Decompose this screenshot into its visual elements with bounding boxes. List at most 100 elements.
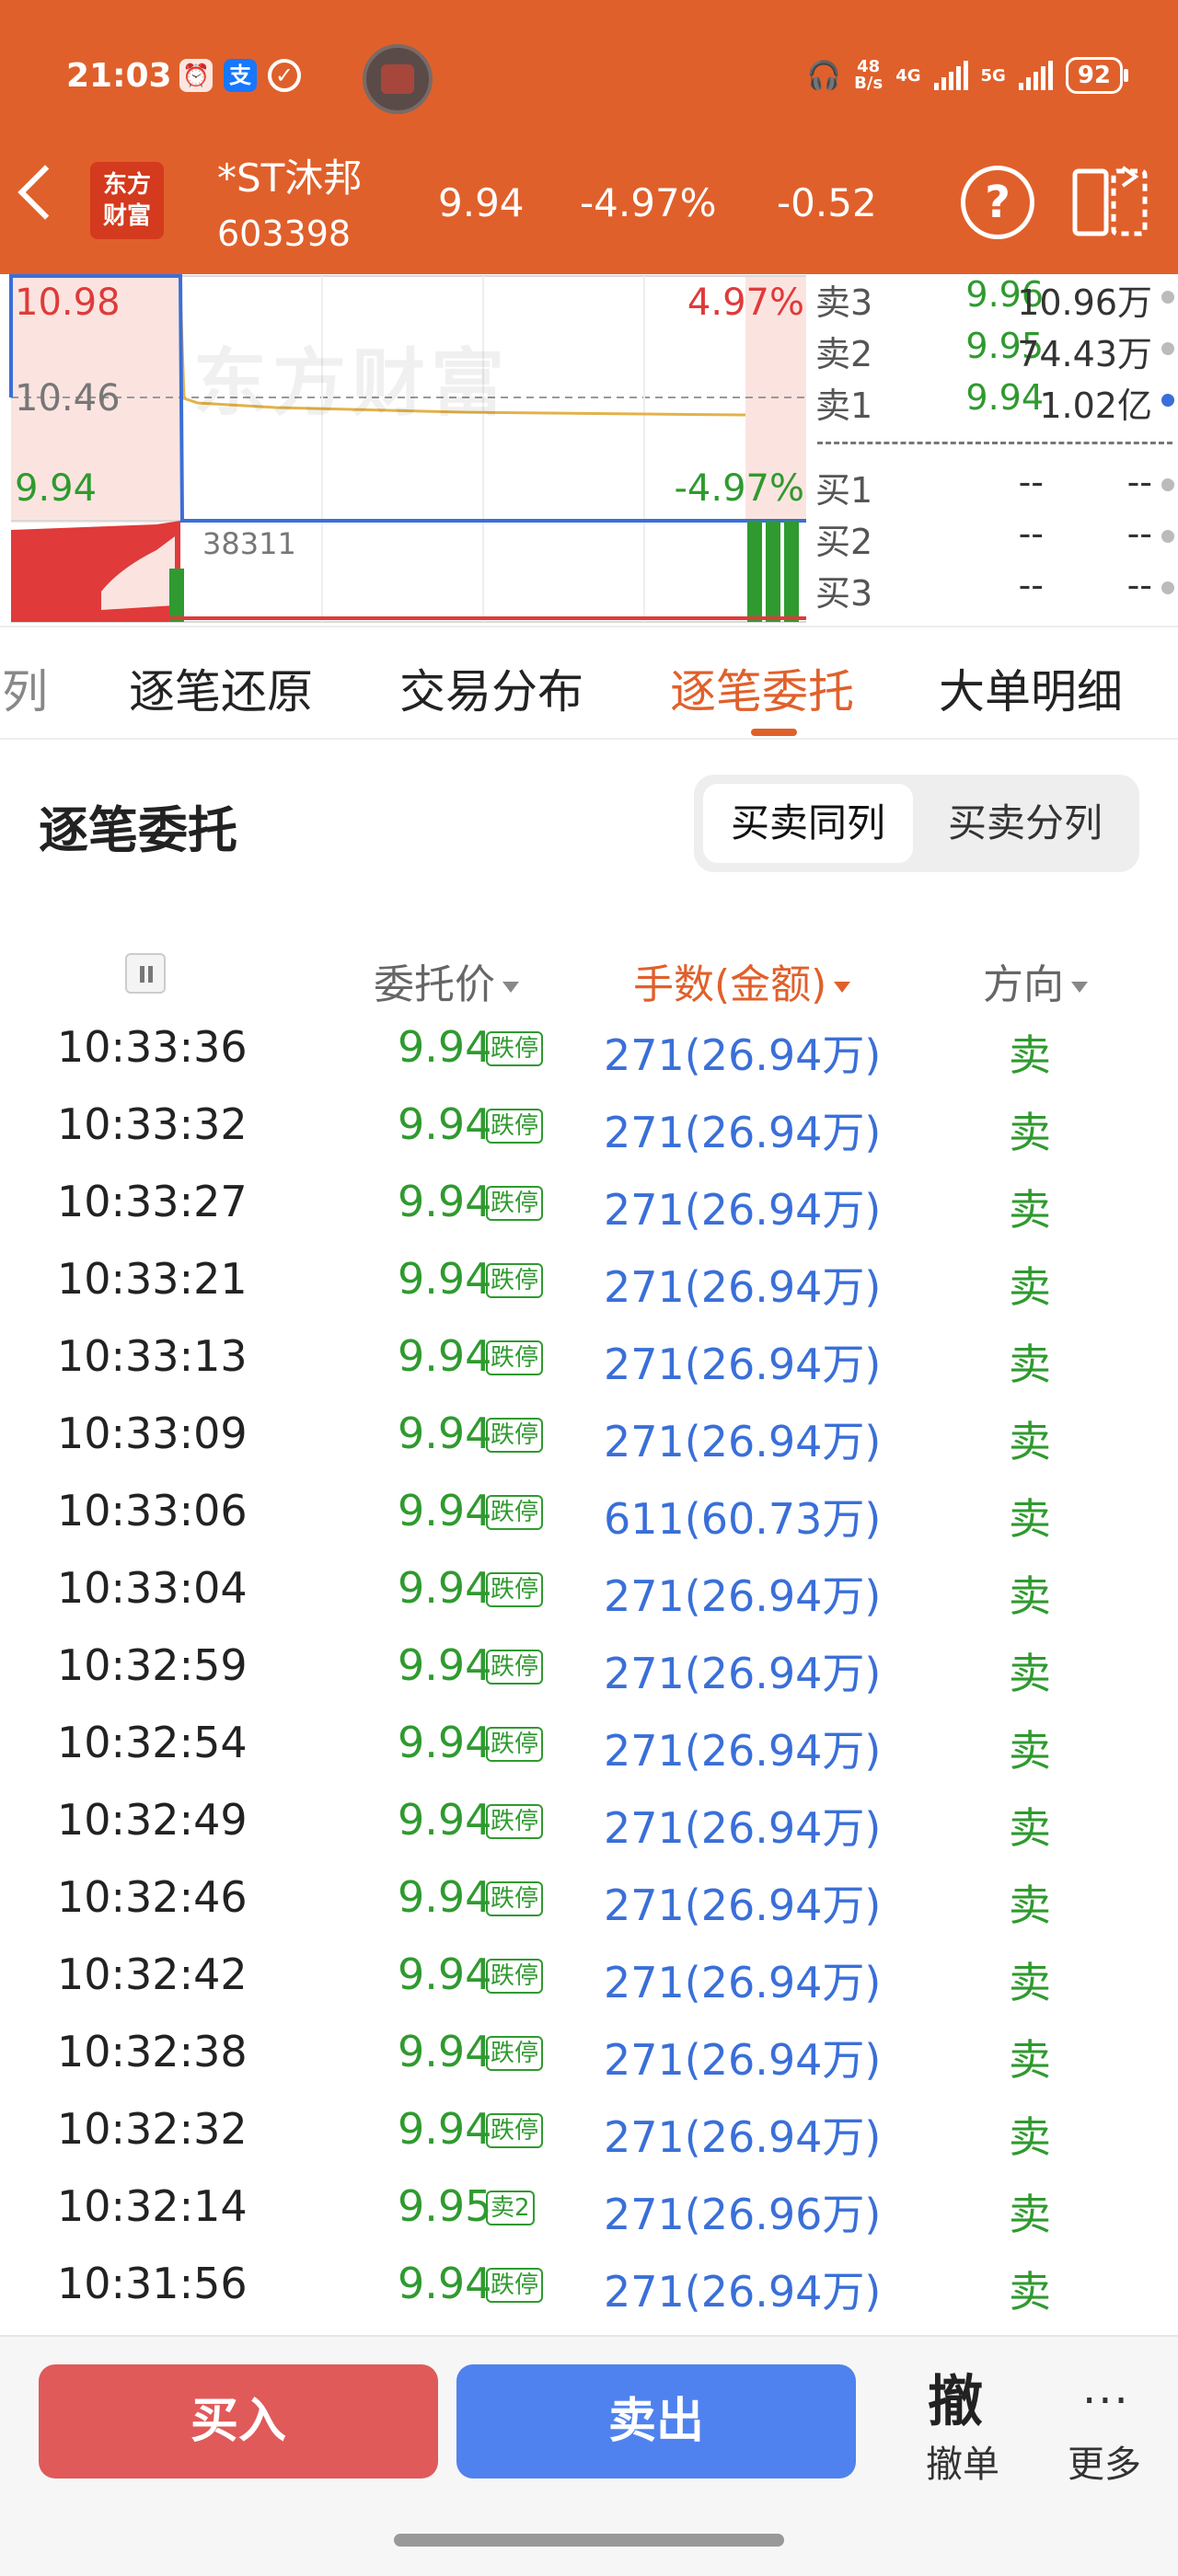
order-row[interactable]: 10:33:04 9.94 跌停 271(26.94万) 卖 (0, 1547, 1178, 1624)
order-row[interactable]: 10:32:46 9.94 跌停 271(26.94万) 卖 (0, 1856, 1178, 1933)
order-row[interactable]: 10:32:32 9.94 跌停 271(26.94万) 卖 (0, 2087, 1178, 2165)
order-time: 10:32:49 (57, 1795, 248, 1845)
bid-label: 买3 (815, 573, 873, 614)
ask-label: 卖1 (815, 385, 873, 426)
tab-large-orders[interactable]: 大单明细 (939, 655, 1123, 721)
bid-label: 买2 (815, 522, 873, 562)
tab-tick-orders[interactable]: 逐笔委托 (670, 655, 854, 721)
order-list[interactable]: 10:33:36 9.94 跌停 271(26.94万) 卖 10:33:32 9.94 跌停… (0, 1027, 1178, 2335)
order-time: 10:33:36 (57, 1027, 248, 1072)
signal-icon-2 (1018, 61, 1053, 90)
cancel-order-label[interactable]: 撤单 (926, 2434, 999, 2488)
chart-high-price: 10.98 (15, 282, 121, 324)
order-row[interactable]: 10:32:49 9.94 跌停 271(26.94万) 卖 (0, 1778, 1178, 1856)
home-indicator[interactable] (394, 2534, 784, 2547)
order-price-tag: 跌停 (486, 1340, 544, 1375)
order-row[interactable]: 10:32:42 9.94 跌停 271(26.94万) 卖 (0, 1933, 1178, 2010)
order-row[interactable]: 10:33:21 9.94 跌停 271(26.94万) 卖 (0, 1237, 1178, 1315)
column-direction[interactable]: 方向 (983, 951, 1088, 1010)
ask-label: 卖2 (815, 334, 873, 374)
order-row[interactable]: 10:33:13 9.94 跌停 271(26.94万) 卖 (0, 1315, 1178, 1392)
order-time: 10:33:21 (57, 1254, 248, 1304)
bid-row-1[interactable]: 买1 -- -- (812, 462, 1178, 513)
order-time: 10:33:06 (57, 1486, 248, 1535)
bid-row-3[interactable]: 买3 -- -- (812, 565, 1178, 616)
order-time: 10:32:54 (57, 1718, 248, 1767)
buy-button[interactable]: 买入 (39, 2364, 438, 2478)
dot-icon (1161, 394, 1174, 407)
pause-icon[interactable] (125, 953, 166, 994)
order-price-tag: 跌停 (486, 1109, 544, 1144)
column-price[interactable]: 委托价 (374, 951, 519, 1010)
order-time: 10:33:13 (57, 1331, 248, 1381)
order-direction: 卖 (1009, 1880, 1051, 1930)
order-direction: 卖 (1009, 1494, 1051, 1544)
more-icon[interactable]: ··· (1082, 2375, 1130, 2427)
toggle-same-column[interactable]: 买卖同列 (703, 784, 913, 863)
sell-button[interactable]: 卖出 (456, 2364, 856, 2478)
order-price: 9.94 (398, 1486, 492, 1535)
ask-volume: 74.43万 (1017, 334, 1152, 374)
order-price: 9.94 (398, 1949, 492, 1999)
column-amount[interactable]: 手数(金额) (633, 951, 851, 1010)
more-label[interactable]: 更多 (1068, 2434, 1141, 2488)
order-price: 9.94 (398, 1795, 492, 1845)
switch-layout-icon[interactable] (1071, 164, 1149, 241)
order-row[interactable]: 10:33:36 9.94 跌停 271(26.94万) 卖 (0, 1027, 1178, 1083)
order-row[interactable]: 10:31:56 9.94 跌停 271(26.94万) 卖 (0, 2242, 1178, 2319)
order-amount: 271(26.94万) (604, 1726, 882, 1776)
order-direction: 卖 (1009, 2267, 1051, 2317)
help-icon[interactable]: ? (961, 166, 1034, 239)
order-amount: 611(60.73万) (604, 1494, 882, 1544)
order-price-tag: 跌停 (486, 1881, 544, 1916)
order-amount: 271(26.94万) (604, 1571, 882, 1621)
order-price: 9.94 (398, 1177, 492, 1226)
ask-row-2[interactable]: 卖2 9.95 74.43万 (812, 326, 1178, 377)
order-amount: 271(26.94万) (604, 1340, 882, 1389)
intraday-chart[interactable]: 东方财富 10.98 10.46 9.94 4.97% -4.97% 38311 (0, 274, 808, 624)
back-icon[interactable] (17, 165, 73, 220)
chart-low-price: 9.94 (15, 467, 98, 510)
order-direction: 卖 (1009, 2035, 1051, 2085)
order-time: 10:32:38 (57, 2027, 248, 2076)
order-amount: 271(26.94万) (604, 1262, 882, 1312)
order-direction: 卖 (1009, 1185, 1051, 1235)
top-header: 21:03 ⏰ 支 ✓ 🎧 48 B/s 4G 5G 92 东方 财富 *ST沐… (0, 0, 1178, 274)
ask-row-3[interactable]: 卖3 9.96 10.96万 (812, 274, 1178, 326)
order-price-tag: 跌停 (486, 1572, 544, 1607)
order-row[interactable]: 10:32:54 9.94 跌停 271(26.94万) 卖 (0, 1701, 1178, 1778)
order-amount: 271(26.94万) (604, 1803, 882, 1853)
chart-watermark: 东方财富 (193, 340, 510, 426)
order-row[interactable]: 10:32:59 9.94 跌停 271(26.94万) 卖 (0, 1624, 1178, 1701)
order-row[interactable]: 10:33:27 9.94 跌停 271(26.94万) 卖 (0, 1160, 1178, 1237)
tab-trade-distribution[interactable]: 交易分布 (399, 655, 583, 721)
order-price: 9.94 (398, 1099, 492, 1149)
order-direction: 卖 (1009, 1958, 1051, 2007)
volume-bar-green-1 (747, 521, 762, 622)
order-amount: 271(26.94万) (604, 1417, 882, 1466)
bid-row-2[interactable]: 买2 -- -- (812, 513, 1178, 565)
order-row[interactable]: 10:33:06 9.94 跌停 611(60.73万) 卖 (0, 1469, 1178, 1547)
tab-tick-restore[interactable]: 逐笔还原 (129, 655, 313, 721)
order-price: 9.94 (398, 1718, 492, 1767)
order-price: 9.94 (398, 1409, 492, 1458)
order-book[interactable]: 卖3 9.96 10.96万 卖2 9.95 74.43万 卖1 9.94 1.… (812, 274, 1178, 624)
column-amount-label: 手数(金额) (633, 961, 827, 1008)
order-amount: 271(26.94万) (604, 1649, 882, 1698)
header-change: -0.52 (777, 180, 877, 225)
status-time: 21:03 (66, 57, 172, 95)
tab-partial[interactable]: 列 (2, 655, 48, 721)
order-row[interactable]: 10:33:09 9.94 跌停 271(26.94万) 卖 (0, 1392, 1178, 1469)
toggle-split-column[interactable]: 买卖分列 (920, 784, 1130, 863)
ask-row-1[interactable]: 卖1 9.94 1.02亿 (812, 377, 1178, 429)
order-row[interactable]: 10:33:32 9.94 跌停 271(26.94万) 卖 (0, 1083, 1178, 1160)
dot-icon (1161, 530, 1174, 543)
order-amount: 271(26.94万) (604, 2267, 882, 2317)
cancel-order-icon[interactable]: 撤 (928, 2357, 983, 2437)
order-amount: 271(26.94万) (604, 2035, 882, 2085)
order-row[interactable]: 10:32:38 9.94 跌停 271(26.94万) 卖 (0, 2010, 1178, 2087)
order-row[interactable]: 10:32:14 9.95 卖2 271(26.96万) 卖 (0, 2165, 1178, 2242)
order-direction: 卖 (1009, 2190, 1051, 2239)
signal-icon-1 (933, 61, 968, 90)
order-price: 9.94 (398, 1027, 492, 1072)
